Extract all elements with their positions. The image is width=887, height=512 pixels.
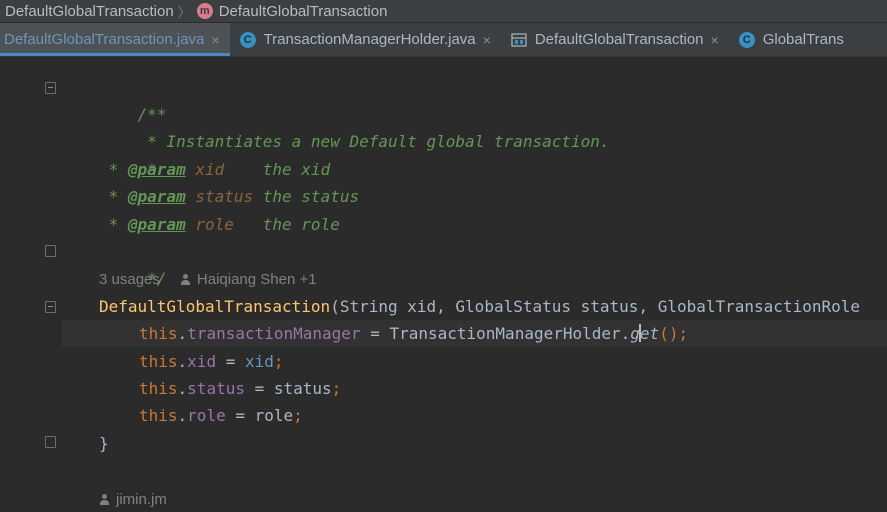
code-line: DefaultGlobalTransaction(String xid, Glo… xyxy=(62,293,887,320)
closing-brace: } xyxy=(99,434,109,453)
doc-star: * xyxy=(99,160,128,179)
this-keyword: this xyxy=(139,379,178,398)
param-ref: xid xyxy=(244,352,274,371)
doc-param-name: status xyxy=(185,187,263,206)
code-text: = status xyxy=(244,379,332,398)
tab-label: DefaultGlobalTransaction.java xyxy=(4,31,205,48)
tab-label: GlobalTrans xyxy=(762,31,844,48)
code-line: this.role = role; xyxy=(139,406,303,425)
code-line: */ xyxy=(62,238,887,288)
tab-globaltrans[interactable]: C GlobalTrans xyxy=(729,23,854,56)
code-line: * xyxy=(62,129,887,179)
code-text: = role xyxy=(225,406,294,425)
breadcrumb: DefaultGlobalTransaction 〉 m DefaultGlob… xyxy=(0,0,887,22)
close-icon[interactable]: × xyxy=(483,32,491,48)
breadcrumb-item-method[interactable]: DefaultGlobalTransaction xyxy=(219,3,388,20)
editor-gutter xyxy=(0,57,62,512)
structure-icon xyxy=(511,32,527,47)
class-icon: C xyxy=(239,31,256,48)
code-punct: ; xyxy=(273,352,284,371)
this-keyword: this xyxy=(139,406,178,425)
close-icon[interactable]: × xyxy=(211,32,219,48)
doc-param-desc: the role xyxy=(262,215,340,234)
code-line: * @param role the role xyxy=(62,211,887,238)
person-icon xyxy=(180,273,191,285)
fold-marker-icon[interactable] xyxy=(45,82,56,94)
usages-hint[interactable]: 3 usages xyxy=(99,271,160,288)
method-icon: m xyxy=(196,3,213,19)
doc-param-name: xid xyxy=(185,160,263,179)
fold-marker-icon[interactable] xyxy=(45,436,56,448)
class-icon: C xyxy=(738,31,755,48)
doc-star: * xyxy=(99,215,128,234)
fold-marker-icon[interactable] xyxy=(45,245,56,257)
code-line: /** xyxy=(62,74,887,124)
close-icon[interactable]: × xyxy=(711,32,719,48)
doc-param-desc: the status xyxy=(262,187,360,206)
tab-label: TransactionManagerHolder.java xyxy=(263,31,476,48)
tab-label: DefaultGlobalTransaction xyxy=(534,31,704,48)
doc-star: * xyxy=(99,187,128,206)
doc-param-tag: @param xyxy=(127,160,186,179)
inlay-hint[interactable]: 3 usages Haiqiang Shen +1 xyxy=(99,268,317,290)
breadcrumb-item-class[interactable]: DefaultGlobalTransaction xyxy=(5,3,174,20)
field-name: status xyxy=(187,379,245,398)
author-hint[interactable]: Haiqiang Shen +1 xyxy=(197,271,317,288)
code-line: * @param status the status xyxy=(62,183,887,210)
code-punct: ; xyxy=(293,406,303,425)
tab-transactionmanagerholder-java[interactable]: C TransactionManagerHolder.java × xyxy=(230,23,501,56)
code-line: * Instantiates a new Default global tran… xyxy=(62,101,887,151)
this-keyword: this xyxy=(139,324,178,343)
code-line: this.status = status; xyxy=(139,379,342,398)
chevron-right-icon: 〉 xyxy=(177,4,191,20)
field-name: role xyxy=(187,406,226,425)
author-hint[interactable]: jimin.jm xyxy=(116,491,167,508)
field-name: xid xyxy=(187,352,217,371)
doc-param-tag: @param xyxy=(127,187,186,206)
code-line-current: this.transactionManager = TransactionMan… xyxy=(62,320,887,347)
constructor-args: (String xid, GlobalStatus status, Global… xyxy=(330,297,860,316)
code-line: * @param xid the xid xyxy=(62,156,887,183)
code-editor[interactable]: /** * Instantiates a new Default global … xyxy=(0,57,887,512)
doc-param-name: role xyxy=(185,215,263,234)
code-text: = TransactionManagerHolder. xyxy=(360,324,631,343)
code-line: this.xid = xid; xyxy=(139,352,284,371)
doc-param-tag: @param xyxy=(127,215,186,234)
this-keyword: this xyxy=(139,352,178,371)
inlay-hint[interactable]: jimin.jm xyxy=(99,488,167,510)
doc-param-desc: the xid xyxy=(262,160,331,179)
constructor-name: DefaultGlobalTransaction xyxy=(99,297,331,316)
code-line: } xyxy=(62,430,887,457)
tab-defaultglobaltransaction-structure[interactable]: DefaultGlobalTransaction × xyxy=(501,23,729,56)
person-icon xyxy=(99,493,110,505)
tab-defaultglobaltransaction-java[interactable]: DefaultGlobalTransaction.java × xyxy=(0,23,230,56)
code-text: = xyxy=(216,352,245,371)
code-punct: ; xyxy=(331,379,342,398)
fold-marker-icon[interactable] xyxy=(45,301,56,313)
editor-tab-bar: DefaultGlobalTransaction.java × C Transa… xyxy=(0,23,887,57)
code-punct: (); xyxy=(659,324,689,343)
field-name: transactionManager xyxy=(187,324,361,343)
method-call: et xyxy=(639,324,660,343)
